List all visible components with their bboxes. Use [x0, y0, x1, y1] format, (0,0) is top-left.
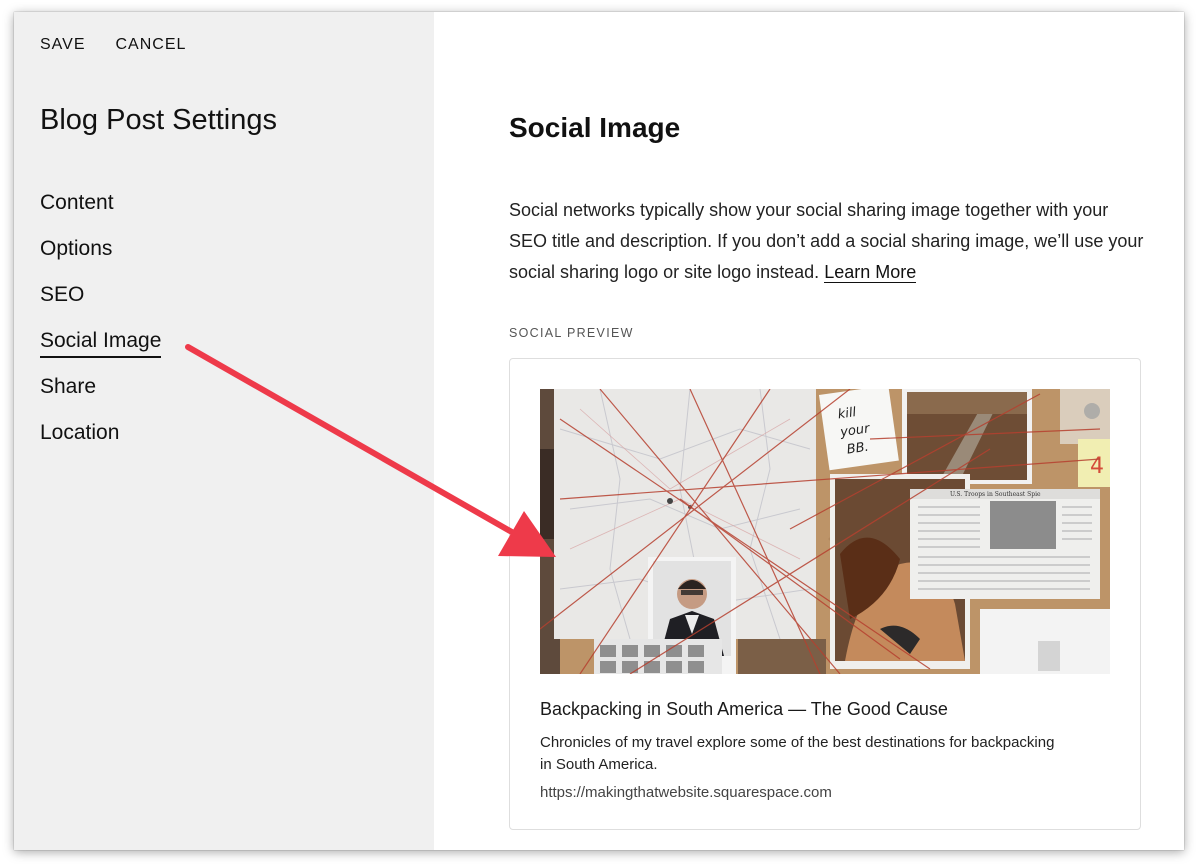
nav-item-content[interactable]: Content	[40, 188, 161, 234]
nav-item-label: Share	[40, 375, 97, 398]
nav-item-share[interactable]: Share	[40, 372, 161, 418]
svg-text:4: 4	[1090, 454, 1104, 479]
save-button[interactable]: SAVE	[40, 36, 86, 54]
page-description: Social networks typically show your soci…	[509, 195, 1149, 288]
page-title: Social Image	[509, 112, 681, 143]
nav-item-label: Location	[40, 421, 120, 444]
svg-text:U.S. Troops in Southeast Spie: U.S. Troops in Southeast Spie	[950, 491, 1041, 498]
nav-item-seo[interactable]: SEO	[40, 280, 161, 326]
svg-text:kill: kill	[837, 405, 858, 422]
settings-nav: Content Options SEO Social Image Share L…	[40, 188, 162, 464]
preview-title: Backpacking in South America — The Good …	[540, 699, 948, 719]
nav-item-options[interactable]: Options	[40, 234, 161, 280]
preview-url: https://makingthatwebsite.squarespace.co…	[540, 784, 832, 801]
nav-item-label: SEO	[40, 283, 85, 306]
section-label: SOCIAL PREVIEW	[509, 326, 634, 340]
nav-item-label: Content	[40, 191, 114, 214]
nav-item-label: Social Image	[40, 326, 162, 358]
main-panel: Social Image Social networks typically s…	[434, 12, 1184, 850]
nav-item-social-image[interactable]: Social Image	[40, 326, 162, 372]
svg-text:BB.: BB.	[846, 440, 870, 458]
preview-image: kill your BB. 4 U.S. Troops in Southeast…	[540, 389, 1110, 674]
preview-description: Chronicles of my travel explore some of …	[540, 734, 1055, 773]
cancel-button[interactable]: CANCEL	[116, 36, 187, 54]
settings-title: Blog Post Settings	[40, 104, 277, 136]
corkboard-collage-image: kill your BB. 4 U.S. Troops in Southeast…	[540, 389, 1110, 674]
sidebar: SAVE CANCEL Blog Post Settings Content O…	[14, 12, 434, 850]
nav-item-label: Options	[40, 237, 113, 260]
toolbar: SAVE CANCEL	[40, 36, 186, 54]
settings-window: SAVE CANCEL Blog Post Settings Content O…	[14, 12, 1184, 850]
social-preview-card: kill your BB. 4 U.S. Troops in Southeast…	[509, 358, 1141, 830]
learn-more-link[interactable]: Learn More	[824, 262, 917, 283]
nav-item-location[interactable]: Location	[40, 418, 161, 464]
